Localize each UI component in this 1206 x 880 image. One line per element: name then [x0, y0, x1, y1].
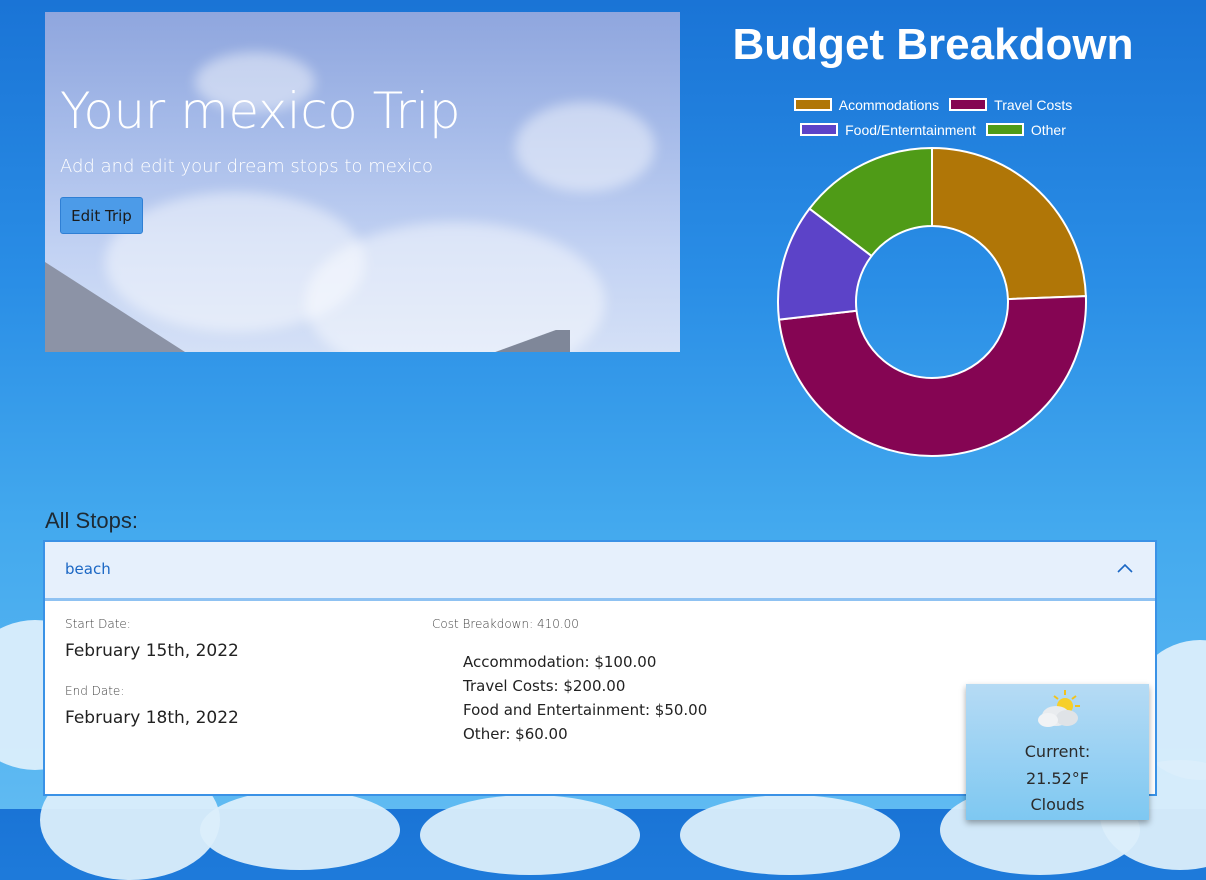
donut-slice-acommodations[interactable] [931, 146, 1087, 301]
cost-accommodation: Accommodation: $100.00 [463, 653, 657, 671]
edit-trip-button[interactable]: Edit Trip [60, 197, 143, 234]
partly-cloudy-icon [1038, 690, 1080, 727]
budget-title: Budget Breakdown [732, 20, 1134, 69]
legend-swatch [793, 98, 832, 111]
start-date-label: Start Date: [65, 617, 131, 631]
stop-accordion: beach Start Date: February 15th, 2022 En… [43, 540, 1157, 820]
legend-swatch [985, 123, 1024, 136]
legend-swatch [949, 98, 988, 111]
legend-label: Other [1030, 121, 1066, 138]
weather-condition: Clouds [1030, 795, 1085, 814]
mountain-rock [490, 330, 570, 352]
trip-hero-banner: Your mexico Trip Add and edit your dream… [45, 12, 680, 352]
donut-slice-travel-costs[interactable] [777, 295, 1087, 457]
cost-travel: Travel Costs: $200.00 [463, 677, 626, 695]
legend-swatch [800, 123, 839, 136]
cost-food-entertainment: Food and Entertainment: $50.00 [463, 701, 708, 719]
stop-accordion-header[interactable]: beach [45, 542, 1155, 601]
legend-label: Acommodations [838, 96, 940, 113]
cost-other: Other: $60.00 [463, 725, 568, 743]
legend-item-travel-costs[interactable]: Travel Costs [949, 97, 1072, 113]
trip-title: Your mexico Trip [60, 82, 461, 140]
legend-item-other[interactable]: Other [985, 121, 1066, 138]
legend-label: Travel Costs [994, 96, 1073, 113]
legend-item-acommodations[interactable]: Acommodations [793, 96, 940, 113]
legend-item-food-entertainment[interactable]: Food/Enterntainment [800, 122, 976, 138]
legend-label: Food/Enterntainment [845, 121, 976, 138]
cost-breakdown-label: Cost Breakdown: 410.00 [432, 617, 579, 631]
trip-subtitle: Add and edit your dream stops to mexico [60, 156, 434, 177]
budget-donut-chart [777, 146, 1087, 457]
weather-temperature: 21.52°F [1025, 769, 1089, 788]
chart-legend: Acommodations Travel Costs Food/Enternta… [700, 92, 1166, 142]
end-date-value: February 18th, 2022 [65, 708, 239, 728]
end-date-label: End Date: [65, 684, 125, 698]
weather-card: Current: 21.52°F Clouds [966, 684, 1149, 820]
chevron-up-icon[interactable] [1115, 558, 1135, 578]
mountain-rock [45, 262, 185, 352]
stops-heading: All Stops: [45, 508, 138, 533]
start-date-value: February 15th, 2022 [65, 641, 239, 661]
weather-current-label: Current: [1024, 742, 1091, 761]
stop-name: beach [65, 560, 111, 578]
